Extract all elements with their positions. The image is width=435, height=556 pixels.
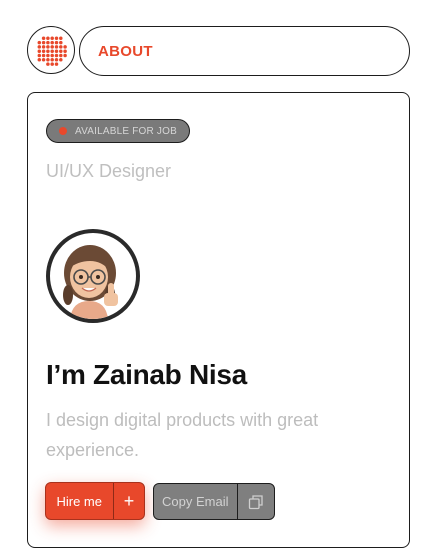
role-title: UI/UX Designer — [46, 161, 172, 181]
page: ABOUT AVAILABLE FOR JOB UI/UX Designer I… — [0, 0, 435, 556]
profile-tagline: I design digital products with great exp… — [46, 410, 319, 460]
status-dot-icon — [59, 127, 67, 135]
hire-me-label: Hire me — [56, 493, 102, 509]
copy-icon — [238, 484, 274, 519]
copy-email-button[interactable]: Copy Email — [153, 483, 275, 520]
profile-card: AVAILABLE FOR JOB UI/UX Designer I’m Zai… — [27, 92, 410, 548]
availability-badge: AVAILABLE FOR JOB — [46, 119, 190, 143]
copy-email-label: Copy Email — [162, 494, 229, 509]
availability-badge-label: AVAILABLE FOR JOB — [75, 125, 177, 137]
hire-me-button[interactable]: Hire me + — [45, 482, 145, 520]
about-nav-button[interactable]: ABOUT — [79, 26, 410, 76]
memoji-avatar-icon — [63, 245, 118, 319]
plus-icon: + — [123, 490, 135, 511]
logo-button[interactable] — [27, 26, 75, 74]
about-nav-label: ABOUT — [98, 42, 153, 60]
dotted-circle-logo-icon — [37, 36, 67, 66]
profile-name: I’m Zainab Nisa — [46, 359, 247, 390]
avatar — [46, 229, 140, 323]
